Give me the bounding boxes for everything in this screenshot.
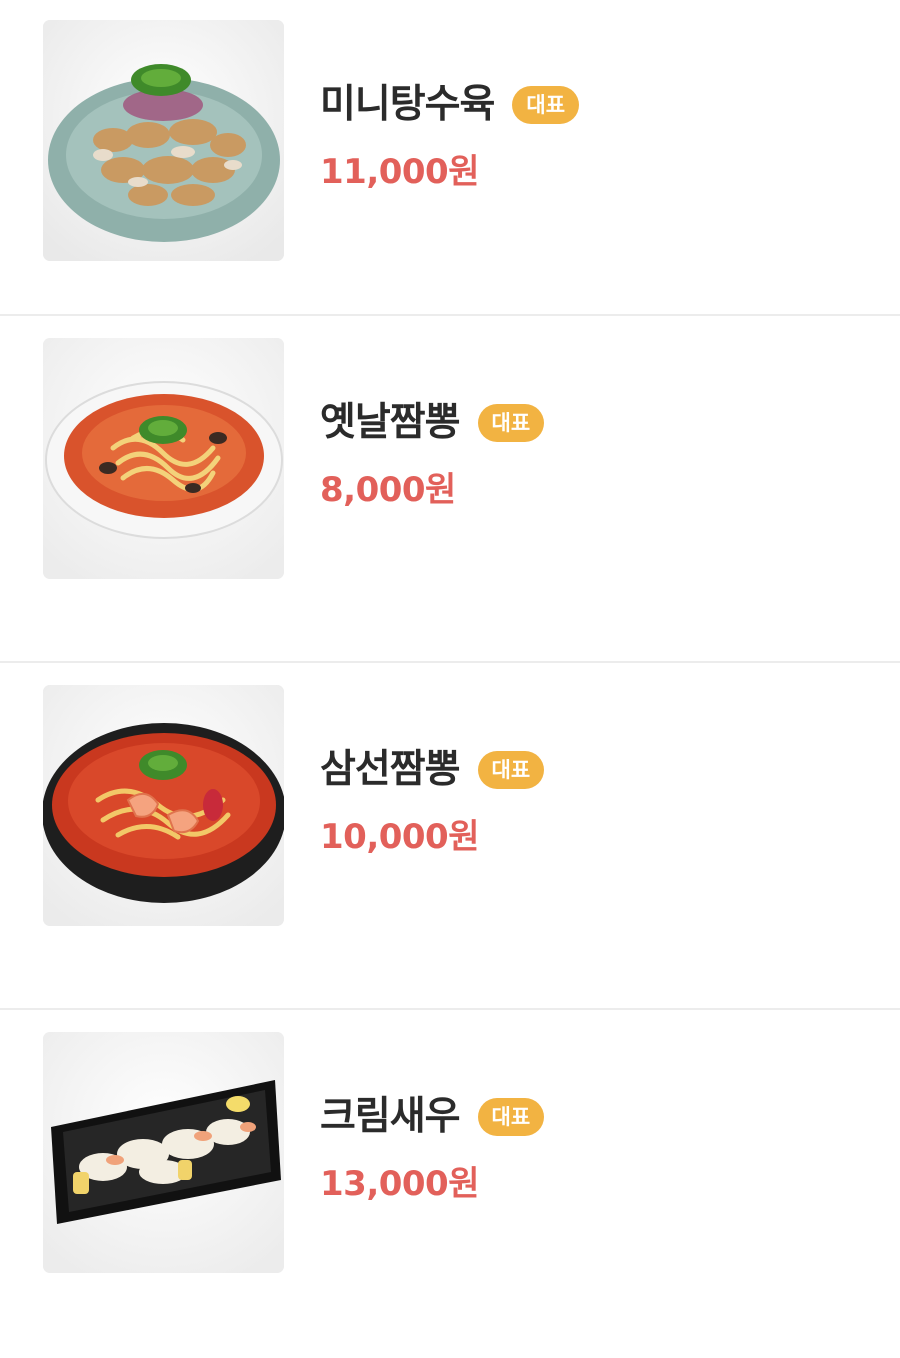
menu-item-price: 10,000원: [320, 817, 479, 857]
menu-item-price: 8,000원: [320, 470, 456, 510]
menu-item-image[interactable]: [43, 685, 284, 926]
menu-item-info: 옛날짬뽕 대표 8,000원: [320, 398, 545, 510]
seafood-jjamppong-photo: [43, 685, 284, 926]
signature-badge: 대표: [477, 751, 545, 789]
menu-item-jjamppong[interactable]: 옛날짬뽕 대표 8,000원: [0, 316, 900, 663]
menu-item-image[interactable]: [43, 338, 284, 579]
menu-item-name: 삼선짬뽕: [320, 747, 461, 792]
name-row: 미니탕수육 대표: [320, 80, 580, 130]
menu-item-cream-shrimp[interactable]: 크림새우 대표 13,000원: [0, 1010, 900, 1356]
jjamppong-photo: [43, 338, 284, 579]
menu-item-image[interactable]: [43, 20, 284, 261]
menu-item-name: 옛날짬뽕: [320, 400, 461, 445]
menu-item-info: 미니탕수육 대표 11,000원: [320, 80, 580, 192]
menu-item-info: 크림새우 대표 13,000원: [320, 1092, 545, 1204]
sweet-and-sour-pork-photo: [43, 20, 284, 261]
menu-item-image[interactable]: [43, 1032, 284, 1273]
menu-item-name: 크림새우: [320, 1094, 461, 1139]
name-row: 옛날짬뽕 대표: [320, 398, 545, 448]
menu-item-mini-tangsuyuk[interactable]: 미니탕수육 대표 11,000원: [0, 0, 900, 316]
signature-badge: 대표: [477, 404, 545, 442]
name-row: 삼선짬뽕 대표: [320, 745, 545, 795]
signature-badge: 대표: [512, 86, 580, 124]
cream-shrimp-photo: [43, 1032, 284, 1273]
menu-item-info: 삼선짬뽕 대표 10,000원: [320, 745, 545, 857]
menu-item-name: 미니탕수육: [320, 82, 495, 127]
menu-list: 미니탕수육 대표 11,000원 옛날짬뽕 대표 8,000원 삼선짬뽕 대표 …: [0, 0, 900, 1356]
menu-item-price: 11,000원: [320, 152, 479, 192]
signature-badge: 대표: [477, 1098, 545, 1136]
menu-item-samseon-jjamppong[interactable]: 삼선짬뽕 대표 10,000원: [0, 663, 900, 1010]
name-row: 크림새우 대표: [320, 1092, 545, 1142]
menu-item-price: 13,000원: [320, 1164, 479, 1204]
